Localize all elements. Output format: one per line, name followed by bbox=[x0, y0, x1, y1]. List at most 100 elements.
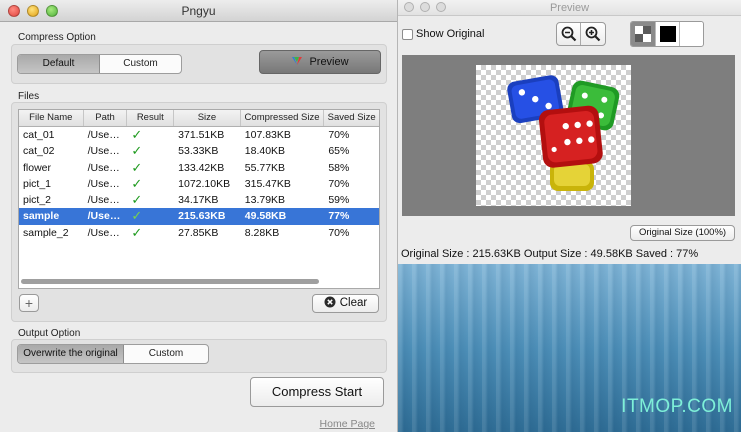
preview-minimize-button[interactable] bbox=[420, 2, 430, 12]
window-title: Pngyu bbox=[181, 4, 216, 18]
zoom-out-button[interactable] bbox=[557, 23, 581, 45]
zoom-in-button[interactable] bbox=[581, 23, 605, 45]
preview-button[interactable]: Preview bbox=[259, 50, 381, 74]
preview-window: Preview Show Original Original Size (100… bbox=[398, 0, 741, 264]
table-row-selected[interactable]: sample /Use… ✓ 215.63KB 49.58KB 77% bbox=[19, 208, 379, 225]
table-row[interactable]: cat_02 /Use… ✓ 53.33KB 18.40KB 65% bbox=[19, 143, 379, 159]
white-background-button[interactable] bbox=[679, 22, 703, 46]
preview-logo-icon bbox=[292, 57, 303, 65]
clear-button-label: Clear bbox=[339, 297, 368, 309]
show-original-checkbox-row[interactable]: Show Original bbox=[402, 28, 484, 40]
files-table: File Name Path Result Size Compressed Si… bbox=[18, 109, 380, 289]
table-row[interactable]: cat_01 /Use… ✓ 371.51KB 107.83KB 70% bbox=[19, 127, 379, 143]
home-page-link[interactable]: Home Page bbox=[320, 418, 375, 430]
original-size-button[interactable]: Original Size (100%) bbox=[630, 225, 735, 241]
cell-file-name: cat_02 bbox=[23, 145, 55, 158]
cell-file-name: pict_1 bbox=[23, 177, 52, 190]
preview-window-controls bbox=[404, 2, 446, 12]
clear-x-icon bbox=[324, 296, 336, 308]
table-row[interactable]: pict_2 /Use… ✓ 34.17KB 13.79KB 59% bbox=[19, 192, 379, 208]
cell-file-name: sample bbox=[23, 210, 60, 223]
cell-compressed-size: 107.83KB bbox=[244, 129, 291, 141]
cell-size: 371.51KB bbox=[178, 129, 225, 141]
cell-saved-size: 70% bbox=[328, 177, 350, 190]
white-background-icon bbox=[680, 22, 702, 44]
black-background-icon bbox=[659, 26, 676, 42]
preview-button-label: Preview bbox=[309, 56, 349, 68]
cell-saved-size: 70% bbox=[328, 226, 350, 239]
cell-compressed-size: 8.28KB bbox=[244, 226, 280, 239]
output-option-label: Output Option bbox=[18, 328, 81, 339]
zoom-window-button[interactable] bbox=[46, 5, 58, 17]
checkmark-icon: ✓ bbox=[131, 159, 143, 175]
preview-window-title: Preview bbox=[549, 2, 590, 14]
black-background-button[interactable] bbox=[655, 22, 679, 46]
cell-compressed-size: 315.47KB bbox=[244, 177, 291, 190]
cell-path: /Use… bbox=[87, 194, 120, 207]
main-window: Pngyu Compress Option Default Custom Pre… bbox=[0, 0, 398, 432]
column-header-path[interactable]: Path bbox=[84, 110, 128, 126]
checker-background-icon bbox=[635, 26, 651, 42]
zoom-button-group bbox=[556, 22, 606, 46]
compress-start-button[interactable]: Compress Start bbox=[250, 377, 384, 407]
checkmark-icon: ✓ bbox=[131, 224, 143, 240]
window-controls bbox=[8, 5, 58, 17]
checkmark-icon: ✓ bbox=[131, 143, 143, 159]
cell-file-name: flower bbox=[23, 161, 52, 174]
cell-path: /Use… bbox=[87, 210, 121, 223]
cell-file-name: cat_01 bbox=[23, 129, 55, 141]
cell-saved-size: 59% bbox=[328, 194, 350, 207]
zoom-out-icon bbox=[561, 26, 576, 42]
cell-path: /Use… bbox=[87, 129, 120, 141]
cell-file-name: pict_2 bbox=[23, 194, 52, 207]
add-file-button[interactable]: + bbox=[19, 294, 39, 312]
column-header-file-name[interactable]: File Name bbox=[19, 110, 84, 126]
output-mode-segmented: Overwrite the original Custom bbox=[17, 344, 209, 364]
clear-button[interactable]: Clear bbox=[312, 294, 379, 313]
preview-zoom-button[interactable] bbox=[436, 2, 446, 12]
watermark-text: ITMOP.COM bbox=[621, 396, 733, 417]
dice-image bbox=[507, 75, 620, 191]
background-selector bbox=[630, 21, 704, 47]
files-label: Files bbox=[18, 91, 40, 102]
minimize-window-button[interactable] bbox=[27, 5, 39, 17]
tab-default[interactable]: Default bbox=[18, 55, 100, 73]
cell-size: 215.63KB bbox=[178, 210, 226, 223]
column-header-compressed-size[interactable]: Compressed Size bbox=[241, 110, 325, 126]
preview-titlebar: Preview bbox=[398, 0, 741, 16]
tab-output-custom[interactable]: Custom bbox=[124, 345, 208, 363]
preview-canvas bbox=[402, 55, 735, 216]
show-original-checkbox[interactable] bbox=[402, 28, 413, 40]
zoom-in-icon bbox=[585, 26, 601, 42]
tab-overwrite-original[interactable]: Overwrite the original bbox=[18, 345, 124, 363]
cell-compressed-size: 55.77KB bbox=[244, 161, 286, 174]
checkmark-icon: ✓ bbox=[131, 208, 143, 224]
column-header-saved-size[interactable]: Saved Size bbox=[324, 110, 379, 126]
table-row[interactable]: sample_2 /Use… ✓ 27.85KB 8.28KB 70% bbox=[19, 225, 379, 241]
cell-size: 34.17KB bbox=[178, 194, 219, 207]
cell-path: /Use… bbox=[87, 161, 120, 174]
desktop-background: ITMOP.COM bbox=[398, 264, 741, 432]
cell-size: 1072.10KB bbox=[178, 177, 231, 190]
cell-compressed-size: 49.58KB bbox=[244, 210, 287, 223]
tab-custom[interactable]: Custom bbox=[100, 55, 181, 73]
checker-background-button[interactable] bbox=[631, 22, 655, 46]
preview-close-button[interactable] bbox=[404, 2, 414, 12]
cell-saved-size: 77% bbox=[328, 210, 350, 223]
column-header-result[interactable]: Result bbox=[127, 110, 175, 126]
cell-path: /Use… bbox=[87, 226, 120, 239]
checkmark-icon: ✓ bbox=[131, 175, 143, 191]
main-titlebar: Pngyu bbox=[0, 0, 397, 22]
cell-size: 27.85KB bbox=[178, 226, 219, 239]
table-row[interactable]: pict_1 /Use… ✓ 1072.10KB 315.47KB 70% bbox=[19, 176, 379, 192]
table-header: File Name Path Result Size Compressed Si… bbox=[19, 110, 379, 127]
horizontal-scrollbar[interactable] bbox=[21, 279, 319, 284]
cell-compressed-size: 13.79KB bbox=[244, 194, 286, 207]
close-window-button[interactable] bbox=[8, 5, 20, 17]
table-row[interactable]: flower /Use… ✓ 133.42KB 55.77KB 58% bbox=[19, 160, 379, 176]
cell-path: /Use… bbox=[87, 177, 120, 190]
compress-option-label: Compress Option bbox=[18, 32, 96, 43]
column-header-size[interactable]: Size bbox=[174, 110, 241, 126]
cell-saved-size: 70% bbox=[328, 129, 350, 141]
cell-size: 133.42KB bbox=[178, 161, 225, 174]
